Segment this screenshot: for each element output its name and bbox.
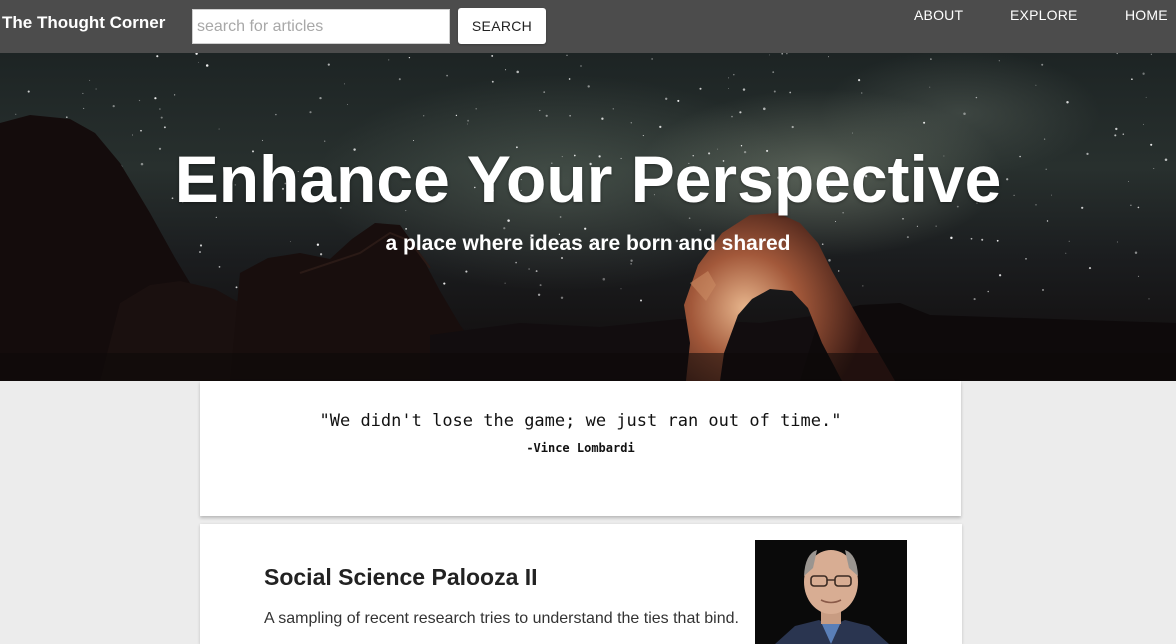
nav-link-home[interactable]: HOME xyxy=(1125,7,1168,23)
search-input[interactable] xyxy=(192,9,450,44)
article-author-photo[interactable] xyxy=(755,540,907,644)
quote-author: -Vince Lombardi xyxy=(526,441,635,455)
site-brand[interactable]: The Thought Corner xyxy=(2,13,165,33)
hero-subtitle: a place where ideas are born and shared xyxy=(385,232,791,255)
search-button[interactable]: SEARCH xyxy=(458,8,546,44)
hero-title: Enhance Your Perspective xyxy=(174,142,1002,216)
author-portrait-image xyxy=(755,540,907,644)
article-title[interactable]: Social Science Palooza II xyxy=(264,564,538,591)
quote-card: "We didn't lose the game; we just ran ou… xyxy=(200,381,961,516)
hero-banner: Enhance Your Perspective a place where i… xyxy=(0,53,1176,381)
nav-link-explore[interactable]: EXPLORE xyxy=(1010,7,1078,23)
article-card[interactable]: Social Science Palooza II A sampling of … xyxy=(200,524,962,644)
hero-background-image xyxy=(0,53,1176,381)
quote-text: "We didn't lose the game; we just ran ou… xyxy=(319,411,842,431)
article-summary: A sampling of recent research tries to u… xyxy=(264,610,739,627)
nav-link-about[interactable]: ABOUT xyxy=(914,7,963,23)
top-navbar: The Thought Corner SEARCH ABOUT EXPLORE … xyxy=(0,0,1176,53)
